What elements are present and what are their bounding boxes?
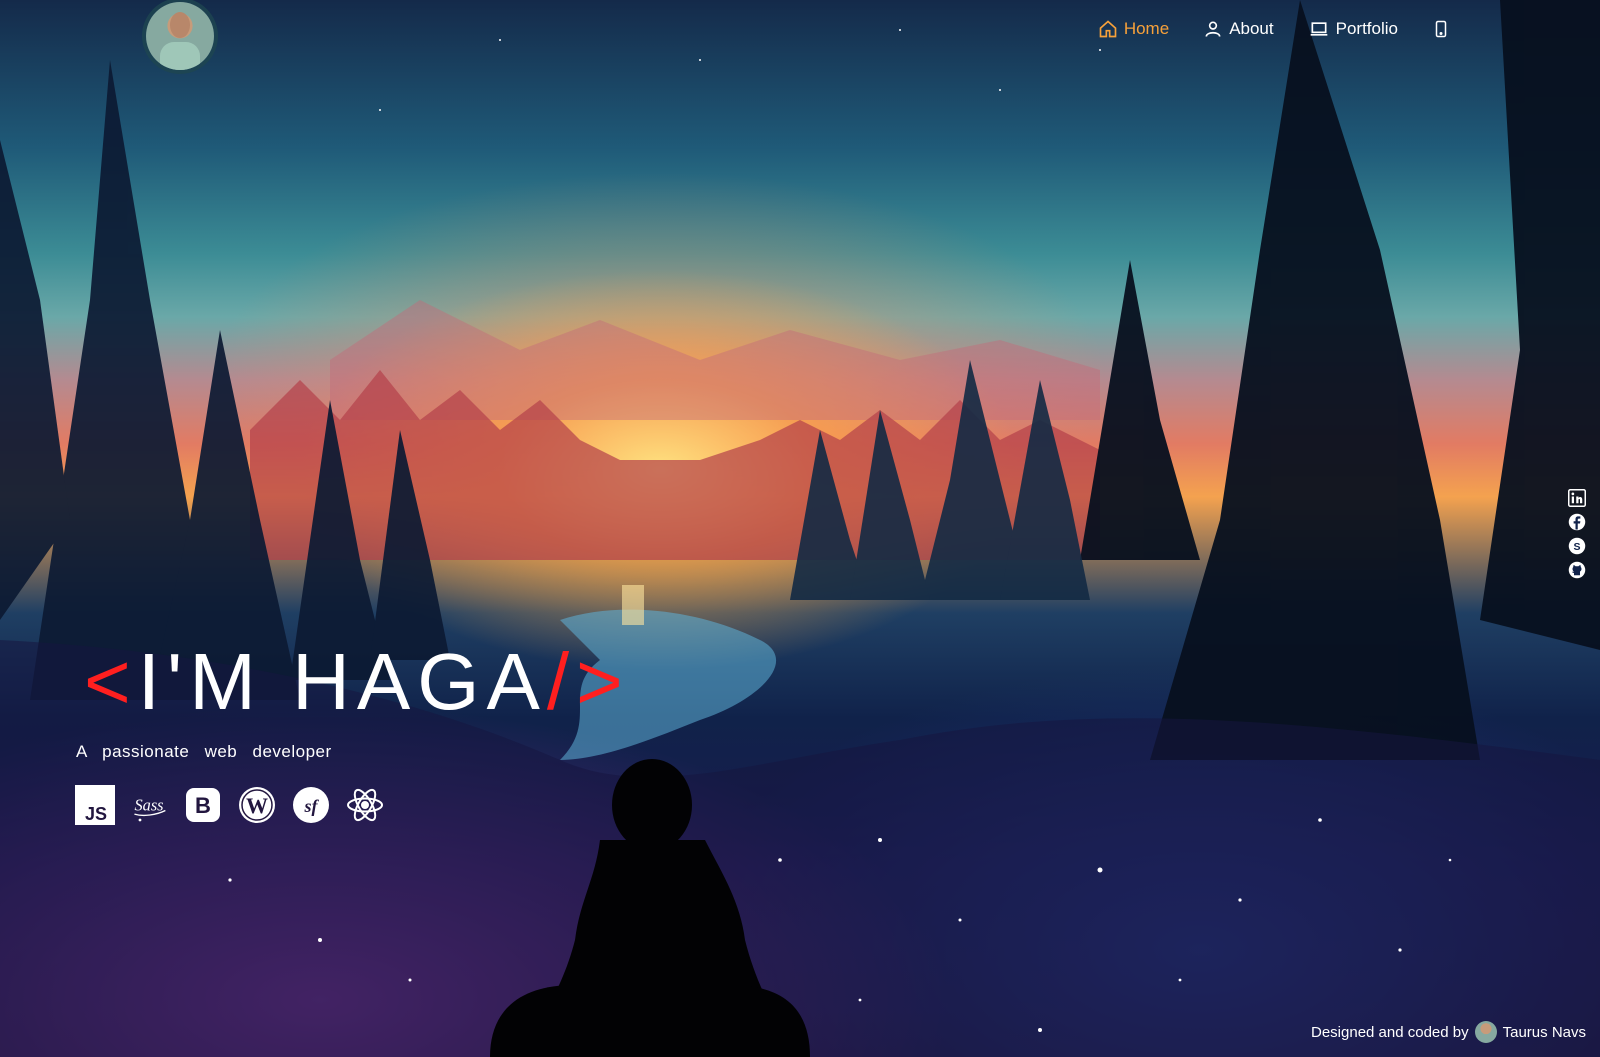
facebook-icon[interactable]: [1568, 513, 1586, 531]
nav-about-label: About: [1229, 19, 1274, 38]
home-icon: [1098, 19, 1118, 39]
svg-text:S: S: [1573, 541, 1580, 553]
hero-name: I'M HAGA: [137, 637, 547, 726]
main-nav: Home About Portfolio: [1098, 18, 1450, 40]
javascript-icon: JS: [75, 785, 115, 825]
nav-portfolio-label: Portfolio: [1335, 19, 1398, 38]
author-name[interactable]: Taurus Navs: [1503, 1024, 1586, 1041]
phone-icon: [1432, 18, 1450, 40]
bootstrap-icon: B: [183, 785, 223, 825]
nav-portfolio[interactable]: Portfolio: [1308, 19, 1398, 39]
profile-avatar[interactable]: [146, 2, 214, 70]
nav-home[interactable]: Home: [1098, 19, 1169, 39]
nav-contact[interactable]: [1432, 18, 1450, 40]
linkedin-icon[interactable]: [1568, 489, 1586, 507]
skype-icon[interactable]: S: [1568, 537, 1586, 555]
hero-title: <I'M HAGA/>: [84, 636, 630, 728]
symfony-icon: sf: [291, 785, 331, 825]
landscape-illustration: [0, 0, 1600, 1057]
svg-text:W: W: [246, 793, 268, 818]
laptop-icon: [1308, 19, 1330, 39]
credit-text: Designed and coded by: [1311, 1023, 1469, 1041]
social-links: S: [1568, 489, 1586, 579]
wordpress-icon: W: [237, 785, 277, 825]
avatar-head-shape: [170, 12, 190, 38]
avatar-body-shape: [160, 42, 200, 70]
user-icon: [1203, 19, 1223, 39]
tech-stack: JS Sass B W sf: [75, 785, 385, 825]
react-icon: [345, 785, 385, 825]
close-bracket: >: [576, 637, 630, 726]
close-slash: /: [546, 637, 577, 726]
hero-tagline: A passionate web developer: [76, 742, 332, 761]
svg-text:Sass: Sass: [134, 795, 163, 814]
sass-icon: Sass: [129, 785, 169, 825]
svg-text:B: B: [195, 793, 211, 818]
github-icon[interactable]: [1568, 561, 1586, 579]
nav-home-label: Home: [1123, 19, 1170, 38]
footer-credit: Designed and coded by Taurus Navs: [1311, 1021, 1586, 1043]
background-landscape: [0, 0, 1600, 1057]
open-bracket: <: [84, 637, 138, 726]
author-avatar: [1474, 1021, 1497, 1043]
svg-text:sf: sf: [304, 796, 320, 816]
svg-text:JS: JS: [85, 804, 107, 824]
nav-about[interactable]: About: [1203, 19, 1274, 39]
